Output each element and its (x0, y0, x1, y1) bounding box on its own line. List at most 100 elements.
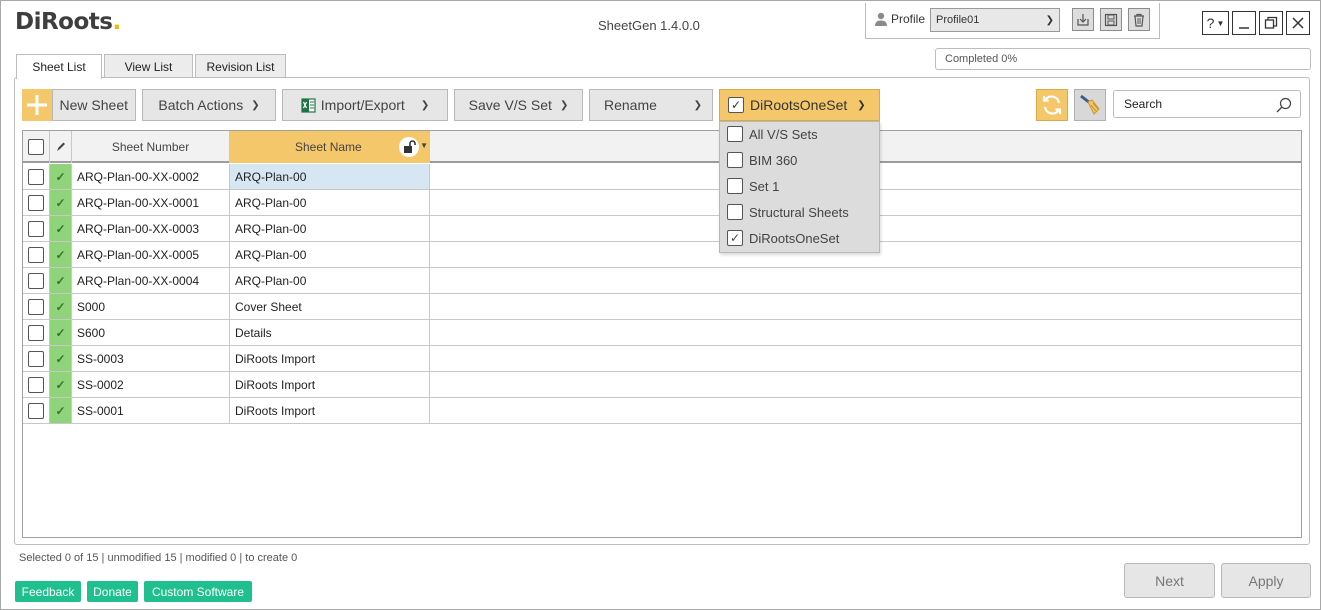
row-checkbox[interactable] (28, 324, 44, 341)
sheet-number-cell[interactable]: ARQ-Plan-00-XX-0001 (72, 190, 230, 215)
row-checkbox[interactable] (28, 246, 44, 263)
sheet-name-cell[interactable]: DiRoots Import (230, 398, 430, 423)
row-checkbox[interactable] (28, 376, 44, 393)
sheet-number-cell[interactable]: S000 (72, 294, 230, 319)
profile-label: Profile (874, 12, 925, 26)
table-row[interactable]: ✓ ARQ-Plan-00-XX-0002 ARQ-Plan-00 (23, 164, 1301, 190)
row-status-cell: ✓ (50, 372, 72, 397)
save-icon (1104, 13, 1118, 26)
table-row[interactable]: ✓ SS-0002 DiRoots Import (23, 372, 1301, 398)
donate-button[interactable]: Donate (87, 581, 138, 602)
profile-select[interactable]: Profile01 ❯ (930, 8, 1060, 32)
batch-actions-button[interactable]: Batch Actions ❯ (142, 89, 276, 121)
row-checkbox[interactable] (28, 350, 44, 367)
dropdown-item-bim-360[interactable]: BIM 360 (727, 150, 797, 170)
table-row[interactable]: ✓ S000 Cover Sheet (23, 294, 1301, 320)
minimize-button[interactable] (1232, 11, 1256, 35)
search-icon[interactable] (1276, 97, 1292, 113)
delete-profile-button[interactable] (1128, 8, 1150, 31)
row-checkbox[interactable] (28, 220, 44, 237)
clear-filters-button[interactable] (1074, 89, 1106, 121)
table-row[interactable]: ✓ S600 Details (23, 320, 1301, 346)
refresh-button[interactable] (1036, 89, 1068, 121)
sheet-name-cell[interactable]: ARQ-Plan-00 (230, 268, 430, 293)
sheet-number-cell[interactable]: SS-0002 (72, 372, 230, 397)
restore-button[interactable] (1259, 11, 1283, 35)
sheet-name-cell[interactable]: ARQ-Plan-00 (230, 164, 430, 189)
row-checkbox[interactable] (28, 298, 44, 315)
sheet-grid: Sheet Number Sheet Name ▼ ✓ ARQ-Plan-00-X… (22, 130, 1302, 538)
sheet-number-cell[interactable]: ARQ-Plan-00-XX-0004 (72, 268, 230, 293)
dropdown-item-checkbox[interactable] (727, 126, 743, 142)
plus-icon (27, 95, 47, 115)
sheet-number-cell[interactable]: ARQ-Plan-00-XX-0003 (72, 216, 230, 241)
table-row[interactable]: ✓ ARQ-Plan-00-XX-0001 ARQ-Plan-00 (23, 190, 1301, 216)
dropdown-item-structural-sheets[interactable]: Structural Sheets (727, 202, 849, 222)
row-checkbox[interactable] (28, 194, 44, 211)
table-row[interactable]: ✓ ARQ-Plan-00-XX-0005 ARQ-Plan-00 (23, 242, 1301, 268)
row-status-cell: ✓ (50, 320, 72, 345)
table-row[interactable]: ✓ ARQ-Plan-00-XX-0004 ARQ-Plan-00 (23, 268, 1301, 294)
tab-sheet-list[interactable]: Sheet List (16, 54, 102, 79)
row-checkbox[interactable] (28, 168, 44, 185)
sheet-number-cell[interactable]: S600 (72, 320, 230, 345)
feedback-button[interactable]: Feedback (15, 581, 81, 602)
progress-status: Completed 0% (935, 48, 1311, 70)
sheet-name-cell[interactable]: ARQ-Plan-00 (230, 242, 430, 267)
row-status-cell: ✓ (50, 190, 72, 215)
sheet-number-header[interactable]: Sheet Number (72, 131, 230, 163)
row-checkbox[interactable] (28, 272, 44, 289)
table-row[interactable]: ✓ SS-0001 DiRoots Import (23, 398, 1301, 424)
search-input[interactable]: Search (1113, 90, 1301, 118)
check-icon: ✓ (55, 377, 66, 392)
row-checkbox[interactable] (28, 402, 44, 419)
sheet-name-cell[interactable]: Details (230, 320, 430, 345)
dropdown-item-label: All V/S Sets (749, 126, 818, 142)
chevron-down-icon[interactable]: ▼ (420, 141, 428, 150)
dropdown-item-dirootsoneset[interactable]: ✓ DiRootsOneSet (727, 228, 839, 248)
table-row[interactable]: ✓ ARQ-Plan-00-XX-0003 ARQ-Plan-00 (23, 216, 1301, 242)
sheet-name-header[interactable]: Sheet Name ▼ (230, 131, 430, 163)
save-vs-set-button[interactable]: Save V/S Set ❯ (454, 89, 583, 121)
help-button[interactable]: ? ▼ (1202, 11, 1229, 35)
set-checkbox[interactable]: ✓ (728, 97, 744, 113)
dropdown-item-label: DiRootsOneSet (749, 230, 840, 246)
rename-button[interactable]: Rename ❯ (589, 89, 713, 121)
table-row[interactable]: ✓ SS-0003 DiRoots Import (23, 346, 1301, 372)
sheet-number-cell[interactable]: ARQ-Plan-00-XX-0005 (72, 242, 230, 267)
row-select-cell (23, 268, 50, 293)
sheet-name-cell[interactable]: DiRoots Import (230, 372, 430, 397)
import-profile-button[interactable] (1072, 8, 1094, 31)
restore-icon (1264, 16, 1278, 29)
select-all-checkbox[interactable] (28, 139, 44, 155)
add-icon-button[interactable] (22, 89, 52, 121)
sheet-name-cell[interactable]: DiRoots Import (230, 346, 430, 371)
check-icon: ✓ (55, 299, 66, 314)
save-profile-button[interactable] (1100, 8, 1122, 31)
dropdown-item-checkbox[interactable] (727, 178, 743, 194)
sheet-name-cell[interactable]: ARQ-Plan-00 (230, 216, 430, 241)
help-label: ? (1206, 15, 1215, 31)
apply-button[interactable]: Apply (1221, 563, 1311, 598)
chevron-down-icon: ❯ (559, 99, 569, 111)
dropdown-item-set-1[interactable]: Set 1 (727, 176, 779, 196)
sheet-number-cell[interactable]: ARQ-Plan-00-XX-0002 (72, 164, 230, 189)
dropdown-item-all-vs-sets[interactable]: All V/S Sets (727, 124, 818, 144)
dropdown-item-checkbox[interactable]: ✓ (727, 230, 743, 246)
sheet-name-cell[interactable]: ARQ-Plan-00 (230, 190, 430, 215)
close-button[interactable] (1286, 11, 1310, 35)
sheet-name-cell[interactable]: Cover Sheet (230, 294, 430, 319)
vs-set-selector[interactable]: ✓ DiRootsOneSet ❯ (719, 89, 880, 121)
lock-button[interactable] (399, 137, 419, 157)
sheet-number-cell[interactable]: SS-0001 (72, 398, 230, 423)
import-export-button[interactable]: Import/Export ❯ (282, 89, 448, 121)
custom-software-button[interactable]: Custom Software (144, 581, 252, 602)
new-sheet-button[interactable]: New Sheet (52, 89, 136, 121)
next-button[interactable]: Next (1124, 563, 1215, 598)
sheet-number-cell[interactable]: SS-0003 (72, 346, 230, 371)
check-icon: ✓ (55, 169, 66, 184)
dropdown-item-checkbox[interactable] (727, 204, 743, 220)
dropdown-item-checkbox[interactable] (727, 152, 743, 168)
tab-view-list[interactable]: View List (104, 54, 193, 78)
tab-revision-list[interactable]: Revision List (195, 54, 286, 78)
